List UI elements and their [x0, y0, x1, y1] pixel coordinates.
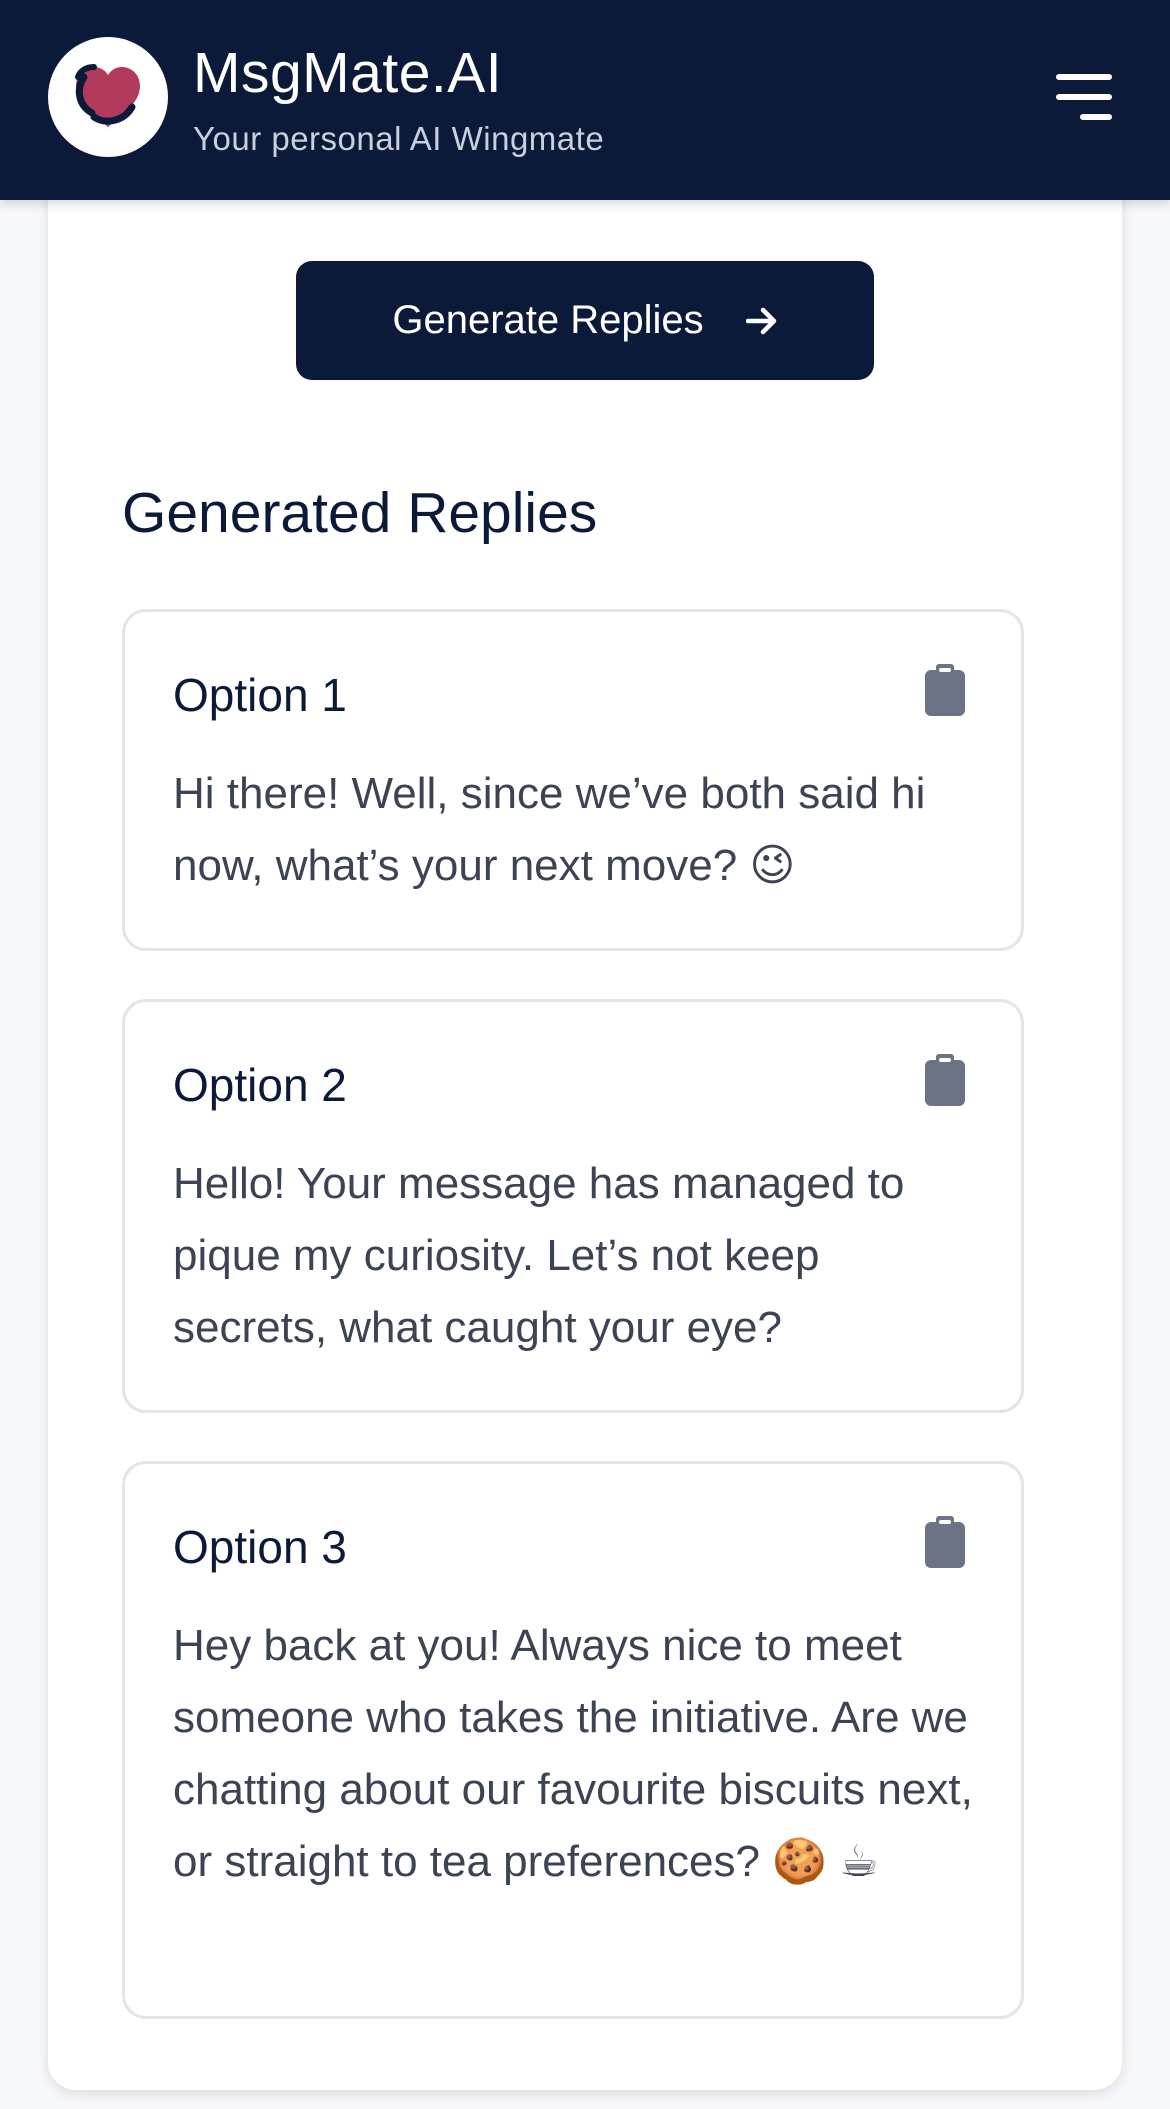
arrow-right-icon [745, 307, 776, 334]
clipboard-icon[interactable] [925, 664, 965, 716]
hamburger-menu-icon[interactable] [1048, 72, 1112, 124]
reply-text: Hi there! Well, since we’ve both said hi… [173, 769, 926, 890]
reply-card-option-3[interactable]: Option 3 Hey back at you! Always nice to… [122, 1461, 1024, 2019]
reply-option-label: Option 1 [173, 669, 347, 721]
app-subtitle: Your personal AI Wingmate [193, 120, 605, 157]
app-logo[interactable] [48, 37, 168, 157]
reply-option-label: Option 3 [173, 1521, 347, 1573]
reply-text: Hey back at you! Always nice to meet som… [173, 1621, 973, 1886]
heart-icon [75, 64, 140, 127]
clipboard-icon[interactable] [925, 1516, 965, 1568]
app-header: MsgMate.AI Your personal AI Wingmate [0, 0, 1170, 200]
reply-option-label: Option 2 [173, 1059, 347, 1111]
reply-card-option-2[interactable]: Option 2 Hello! Your message has managed… [122, 999, 1024, 1413]
reply-text: Hello! Your message has managed to pique… [173, 1159, 905, 1352]
app-title: MsgMate.AI [193, 41, 503, 105]
generate-replies-label: Generate Replies [392, 298, 704, 342]
clipboard-icon[interactable] [925, 1054, 965, 1106]
section-title: Generated Replies [122, 481, 598, 545]
generate-replies-button[interactable]: Generate Replies [296, 261, 874, 380]
reply-card-option-1[interactable]: Option 1 Hi there! Well, since we’ve bot… [122, 609, 1024, 951]
